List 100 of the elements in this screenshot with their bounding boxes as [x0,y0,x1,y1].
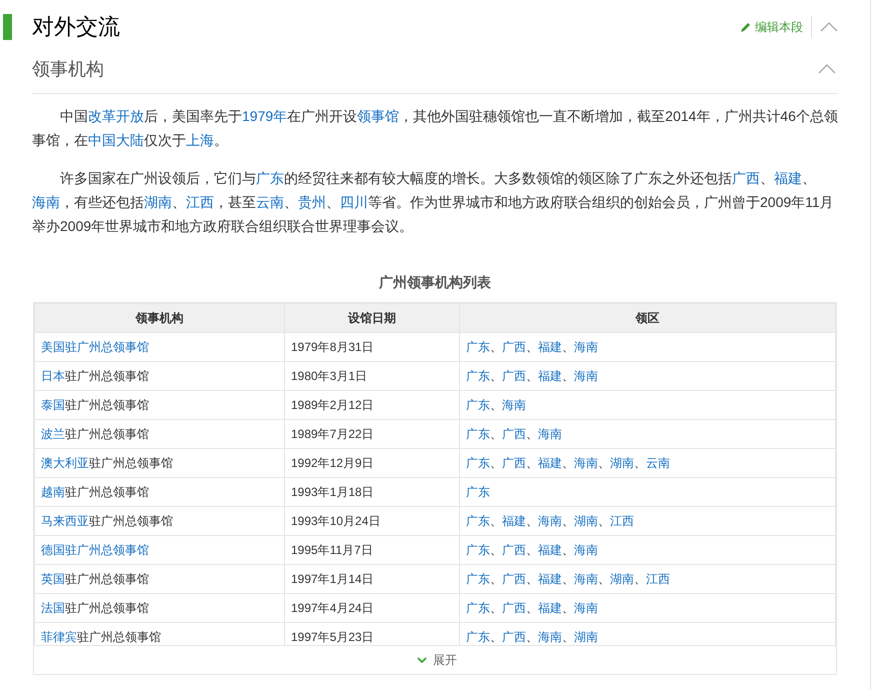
link[interactable]: 海南 [574,456,598,470]
table-cell: 1992年12月9日 [284,448,460,478]
link[interactable]: 海南 [538,427,562,441]
link[interactable]: 海南 [538,630,562,644]
link[interactable]: 海南 [574,543,598,557]
link[interactable]: 四川 [340,194,368,210]
separator: 、 [562,543,574,557]
link[interactable]: 广东 [466,340,490,354]
link[interactable]: 江西 [186,194,214,210]
pencil-icon [740,21,752,33]
consulate-suffix: 驻广州总领事馆 [65,601,149,615]
link[interactable]: 云南 [256,194,284,210]
link[interactable]: 福建 [538,601,562,615]
link[interactable]: 广东 [466,630,490,644]
link[interactable]: 广西 [732,170,760,186]
link[interactable]: 湖南 [574,514,598,528]
link[interactable]: 广东 [466,427,490,441]
link[interactable]: 广西 [502,601,526,615]
separator: 、 [490,543,502,557]
link[interactable]: 福建 [538,456,562,470]
table-cell: 1989年7月22日 [284,420,460,448]
consulate-suffix: 驻广州总领事馆 [65,398,149,412]
link[interactable]: 海南 [574,572,598,586]
link[interactable]: 福建 [538,369,562,383]
link[interactable]: 海南 [502,398,526,412]
link[interactable]: 广东 [466,485,490,499]
link[interactable]: 广东 [466,543,490,557]
separator: 、 [526,369,538,383]
link[interactable]: 泰国 [41,398,65,412]
subsection-title: 领事机构 [32,60,104,78]
separator: 、 [598,514,610,528]
separator: 、 [526,514,538,528]
link[interactable]: 福建 [774,170,802,186]
link[interactable]: 广东 [466,601,490,615]
link[interactable]: 英国 [41,572,65,586]
link[interactable]: 海南 [574,369,598,383]
link[interactable]: 改革开放 [88,108,144,124]
separator: 、 [634,456,646,470]
consulate-suffix: 驻广州总领事馆 [89,514,173,528]
link[interactable]: 领事馆 [357,108,400,124]
link[interactable]: 福建 [502,514,526,528]
link[interactable]: 海南 [574,601,598,615]
link[interactable]: 湖南 [610,572,634,586]
link[interactable]: 广西 [502,456,526,470]
expand-button[interactable]: 展开 [417,651,457,669]
separator: 、 [490,456,502,470]
link[interactable]: 福建 [538,340,562,354]
link[interactable]: 广西 [502,427,526,441]
table-cell: 1979年8月31日 [284,332,460,362]
link[interactable]: 菲律宾 [41,630,77,644]
link[interactable]: 广西 [502,369,526,383]
separator: 、 [526,456,538,470]
link[interactable]: 江西 [610,514,634,528]
link[interactable]: 广西 [502,340,526,354]
link[interactable]: 广东 [256,170,284,186]
link[interactable]: 中国大陆 [88,132,144,148]
link[interactable]: 广西 [502,630,526,644]
consulate-suffix: 驻广州总领事馆 [65,572,149,586]
collapse-icon[interactable] [818,64,836,74]
link[interactable]: 广东 [466,514,490,528]
link[interactable]: 福建 [538,572,562,586]
link[interactable]: 广西 [502,543,526,557]
link[interactable]: 越南 [41,485,65,499]
link[interactable]: 广东 [466,572,490,586]
separator: 、 [634,572,646,586]
link[interactable]: 海南 [538,514,562,528]
edit-link[interactable]: 编辑本段 [740,18,803,36]
separator: 、 [562,456,574,470]
separator: 、 [598,456,610,470]
consulate-suffix: 驻广州总领事馆 [65,485,149,499]
link[interactable]: 海南 [32,194,60,210]
column-header: 领事机构 [34,304,284,332]
paragraph: 中国改革开放后，美国率先于1979年在广州开设领事馆，其他外国驻穗领馆也一直不断增加，截至2014年，广州共计46个总领事馆，在中国大陆仅次于上海。 [32,107,838,150]
link[interactable]: 法国 [41,601,65,615]
link[interactable]: 日本 [41,369,65,383]
paragraph: 许多国家在广州设领后，它们与广东的经贸往来都有较大幅度的增长。大多数领馆的领区除了广东之外还包括广西、福建、 海南，有些还包括湖南、江西，甚至云南、贵州、四川等省。作为世界城市和地方政府联合组织的创始会员，广州曾于2009年11月举办2009年世界城市和地方政府联合组织联合世界理事会议。 [32,169,835,236]
link[interactable]: 云南 [646,456,670,470]
link[interactable]: 海南 [574,340,598,354]
column-header: 设馆日期 [284,304,460,332]
link[interactable]: 广东 [466,398,490,412]
link[interactable]: 马来西亚 [41,514,89,528]
separator: 、 [562,630,574,644]
link[interactable]: 澳大利亚 [41,456,89,470]
link[interactable]: 湖南 [574,630,598,644]
table-cell: 1997年4月24日 [284,594,460,622]
column-header: 领区 [460,304,836,332]
link[interactable]: 贵州 [298,194,326,210]
link[interactable]: 波兰 [41,427,65,441]
table-cell: 1993年1月18日 [284,478,460,506]
collapse-icon[interactable] [820,22,838,32]
consulate-suffix: 驻广州总领事馆 [89,456,173,470]
link[interactable]: 湖南 [144,194,172,210]
link[interactable]: 广东 [466,456,490,470]
link[interactable]: 湖南 [610,456,634,470]
link[interactable]: 上海 [186,132,214,148]
link[interactable]: 福建 [538,543,562,557]
link[interactable]: 江西 [646,572,670,586]
link[interactable]: 1979年 [242,108,288,124]
link[interactable]: 广东 [466,369,490,383]
link[interactable]: 广西 [502,572,526,586]
